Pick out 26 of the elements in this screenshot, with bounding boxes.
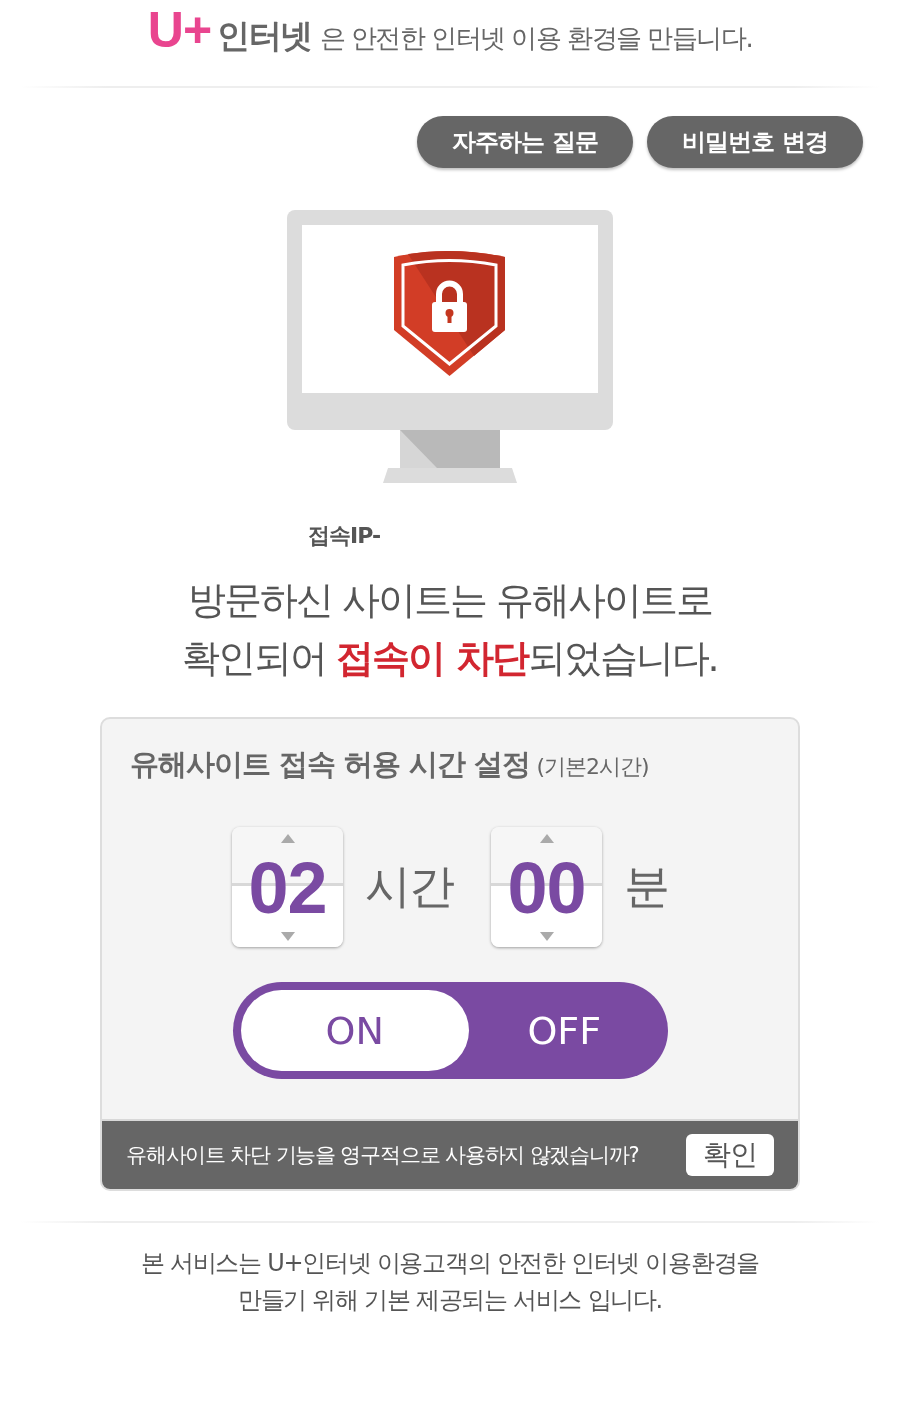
spinner-value: 00 [507,849,586,926]
disable-question: 유해사이트 차단 기능을 영구적으로 사용하지 않겠습니까? [126,1142,639,1169]
brand-name: 인터넷 [217,15,312,57]
up-arrow-icon[interactable] [280,834,295,843]
block-message: 방문하신 사이트는 유해사이트로 확인되어 접속이 차단되었습니다. [181,577,719,682]
up-arrow-icon[interactable] [539,834,554,843]
time-spinner[interactable]: 00 [491,827,602,947]
panel-title-note: (기본2시간) [536,753,649,781]
time-spinner[interactable]: 02 [232,827,343,947]
service-notice: 본 서비스는 U+인터넷 이용고객의 안전한 인터넷 이용환경을 만들기 위해 기본 제공되는 서비스 입니다. [140,1248,760,1316]
change-password-button[interactable]: 비밀번호 변경 [647,116,863,168]
toggle-option[interactable]: ON [240,990,470,1071]
unit-label: 분 [624,858,668,915]
brand-logo: U+ [147,1,212,60]
unit-label: 시간 [365,858,453,915]
spinner-value: 02 [248,849,327,926]
down-arrow-icon[interactable] [539,932,554,941]
tagline: 은 안전한 인터넷 이용 환경을 만듭니다. [319,22,753,55]
toggle-option[interactable]: OFF [469,990,660,1071]
connection-ip-label: 접속IP- [307,522,382,550]
confirm-button[interactable]: 확인 [686,1134,774,1176]
shield-lock-icon [394,248,505,376]
on-off-toggle[interactable]: ON OFF [232,982,668,1079]
down-arrow-icon[interactable] [280,932,295,941]
faq-button[interactable]: 자주하는 질문 [417,116,633,168]
panel-title: 유해사이트 접속 허용 시간 설정 [130,746,531,783]
